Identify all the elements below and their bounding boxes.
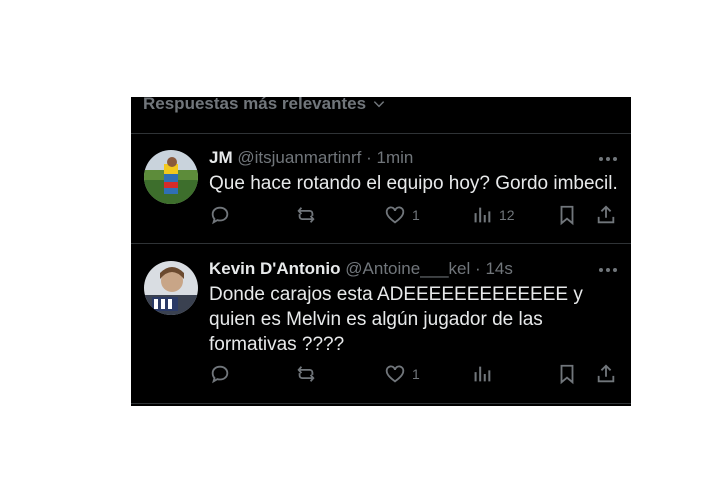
reply-button[interactable] [209, 362, 231, 386]
sort-replies-dropdown[interactable]: Respuestas más relevantes [143, 97, 386, 116]
divider [131, 133, 631, 134]
like-icon [385, 206, 405, 224]
timestamp[interactable]: 1min [377, 148, 414, 167]
author-name[interactable]: Kevin D'Antonio [209, 259, 341, 278]
view-count: 12 [499, 207, 515, 223]
avatar[interactable] [144, 261, 198, 315]
share-button[interactable] [595, 203, 617, 227]
views-icon [474, 207, 491, 223]
author-handle[interactable]: @Antoine___kel [345, 259, 470, 278]
like-icon [385, 365, 405, 383]
reply-header: JM @itsjuanmartinrf · 1min [209, 147, 413, 169]
bookmark-icon [560, 364, 574, 385]
divider [131, 243, 631, 244]
reply-button[interactable] [209, 203, 231, 227]
replies-panel: Respuestas más relevantes JM @itsjuanmar… [131, 97, 631, 406]
like-count: 1 [412, 366, 420, 382]
timestamp[interactable]: 14s [485, 259, 512, 278]
separator: · [366, 148, 372, 167]
reply-text: Donde carajos esta ADEEEEEEEEEEEEE y qui… [209, 284, 583, 355]
separator: · [475, 259, 481, 278]
divider [131, 403, 631, 404]
like-count: 1 [412, 207, 420, 223]
action-bar: 1 [209, 362, 629, 386]
like-button[interactable]: 1 [384, 362, 420, 386]
bookmark-button[interactable] [556, 203, 578, 227]
chevron-down-icon [373, 101, 385, 108]
reply-text: Que hace rotando el equipo hoy? Gordo im… [209, 173, 618, 194]
share-button[interactable] [595, 362, 617, 386]
reply-header: Kevin D'Antonio @Antoine___kel · 14s [209, 258, 513, 280]
sort-label: Respuestas más relevantes [143, 97, 367, 113]
more-icon[interactable] [598, 156, 618, 162]
reply-icon [211, 365, 229, 384]
retweet-icon [297, 366, 315, 382]
views-button[interactable]: 12 [471, 203, 515, 227]
reply-icon [211, 206, 229, 225]
author-name[interactable]: JM [209, 148, 233, 167]
retweet-button[interactable] [295, 362, 317, 386]
action-bar: 1 12 [209, 203, 629, 227]
views-icon [474, 366, 491, 382]
retweet-button[interactable] [295, 203, 317, 227]
retweet-icon [297, 207, 315, 223]
views-button[interactable] [471, 362, 493, 386]
more-icon[interactable] [598, 267, 618, 273]
reply-item[interactable]: JM @itsjuanmartinrf · 1min Que hace rota… [131, 147, 631, 247]
avatar[interactable] [144, 150, 198, 204]
author-handle[interactable]: @itsjuanmartinrf [237, 148, 361, 167]
like-button[interactable]: 1 [384, 203, 420, 227]
share-icon [597, 364, 615, 383]
reply-item[interactable]: Kevin D'Antonio @Antoine___kel · 14s Don… [131, 258, 631, 398]
share-icon [597, 205, 615, 224]
bookmark-button[interactable] [556, 362, 578, 386]
bookmark-icon [560, 205, 574, 226]
